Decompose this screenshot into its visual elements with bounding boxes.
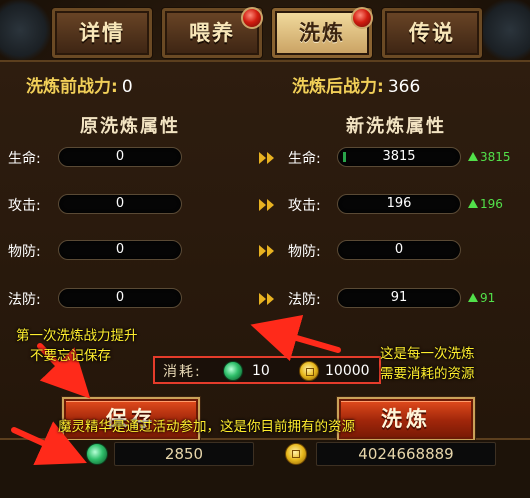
annotation-first-refine-line1: 第一次洗炼战力提升 xyxy=(16,328,138,344)
new-attack-bar: 196 xyxy=(337,194,461,214)
tab-label: 喂养 xyxy=(189,21,235,45)
attr-label-attack: 攻击: xyxy=(8,198,41,214)
original-hp-value: 0 xyxy=(115,149,125,164)
power-after-label: 洗炼后战力: xyxy=(292,77,384,97)
new-pdef-value: 0 xyxy=(394,242,404,257)
gem-cost: 10 xyxy=(252,363,270,379)
tab-label: 传说 xyxy=(409,21,455,45)
tab-label: 详情 xyxy=(79,21,125,45)
notification-dot-icon xyxy=(241,7,263,29)
hp-gain: 3815 xyxy=(468,150,511,164)
annotation-resource-note: 魔灵精华是通过活动参加，这是你目前拥有的资源 xyxy=(58,419,355,435)
mdef-gain-value: 91 xyxy=(480,291,496,305)
notification-dot-icon xyxy=(351,7,373,29)
annotation-each-refine-line1: 这是每一次洗炼 xyxy=(380,346,475,362)
original-mdef-bar: 0 xyxy=(58,288,182,308)
original-attributes-header: 原洗炼属性 xyxy=(80,116,180,137)
coin-amount: 4024668889 xyxy=(358,445,454,463)
tab-refine[interactable]: 洗炼 xyxy=(272,7,373,58)
arrow-right-icon xyxy=(259,152,274,164)
power-after: 洗炼后战力: 366 xyxy=(292,72,420,97)
coin-icon xyxy=(299,361,319,381)
new-attack-value: 196 xyxy=(386,196,412,211)
power-after-value: 366 xyxy=(387,77,421,97)
new-attributes-header: 新洗炼属性 xyxy=(346,116,446,137)
attr-label-mdef-new: 法防: xyxy=(288,292,321,308)
attr-label-pdef: 物防: xyxy=(8,244,41,260)
attr-label-hp: 生命: xyxy=(8,151,41,167)
original-attack-value: 0 xyxy=(115,196,125,211)
hp-gain-value: 3815 xyxy=(480,150,511,164)
annotation-first-refine-line2: 不要忘记保存 xyxy=(30,348,111,364)
gem-amount: 2850 xyxy=(164,445,204,463)
arrow-right-icon xyxy=(259,245,274,257)
up-arrow-icon xyxy=(468,293,478,302)
mdef-gain: 91 xyxy=(468,291,495,305)
original-pdef-bar: 0 xyxy=(58,240,182,260)
tab-legend[interactable]: 传说 xyxy=(382,8,482,58)
new-hp-bar: 3815 xyxy=(337,147,461,167)
new-hp-value: 3815 xyxy=(382,149,416,164)
arrow-right-icon xyxy=(259,199,274,211)
original-pdef-value: 0 xyxy=(115,242,125,257)
original-mdef-value: 0 xyxy=(115,290,125,305)
consume-label: 消耗: xyxy=(163,364,202,380)
power-before-value: 0 xyxy=(121,77,133,97)
original-attack-bar: 0 xyxy=(58,194,182,214)
consume-box: 消耗: 10 10000 xyxy=(153,356,381,384)
gem-amount-box: 2850 xyxy=(114,442,254,466)
coin-amount-box: 4024668889 xyxy=(316,442,496,466)
power-before-label: 洗炼前战力: xyxy=(26,77,118,97)
new-mdef-value: 91 xyxy=(390,290,408,305)
refine-button[interactable]: 洗炼 xyxy=(339,399,473,439)
arrow-right-icon xyxy=(259,293,274,305)
tab-label: 洗炼 xyxy=(299,21,345,45)
gem-icon xyxy=(86,443,108,465)
attr-label-hp-new: 生命: xyxy=(288,151,321,167)
refine-screen: 详情 喂养 洗炼 传说 洗炼前战力: 0 洗炼后战力: 366 原洗炼属性 新洗炼属… xyxy=(0,0,530,498)
annotation-each-refine-line2: 需要消耗的资源 xyxy=(380,366,475,382)
dragon-decoration-left xyxy=(0,0,50,60)
attack-gain-value: 196 xyxy=(480,197,503,211)
tab-bar: 详情 喂养 洗炼 传说 xyxy=(52,7,484,60)
attack-gain: 196 xyxy=(468,197,503,211)
coin-cost: 10000 xyxy=(325,363,370,379)
up-arrow-icon xyxy=(468,152,478,161)
attr-label-mdef: 法防: xyxy=(8,292,41,308)
attr-label-attack-new: 攻击: xyxy=(288,198,321,214)
attr-label-pdef-new: 物防: xyxy=(288,244,321,260)
gem-icon xyxy=(223,361,243,381)
tab-feed[interactable]: 喂养 xyxy=(162,7,263,58)
power-before: 洗炼前战力: 0 xyxy=(26,72,133,97)
up-arrow-icon xyxy=(468,199,478,208)
original-hp-bar: 0 xyxy=(58,147,182,167)
coin-icon xyxy=(285,443,307,465)
new-mdef-bar: 91 xyxy=(337,288,461,308)
new-pdef-bar: 0 xyxy=(337,240,461,260)
dragon-decoration-right xyxy=(480,0,530,60)
tab-details[interactable]: 详情 xyxy=(52,8,152,58)
